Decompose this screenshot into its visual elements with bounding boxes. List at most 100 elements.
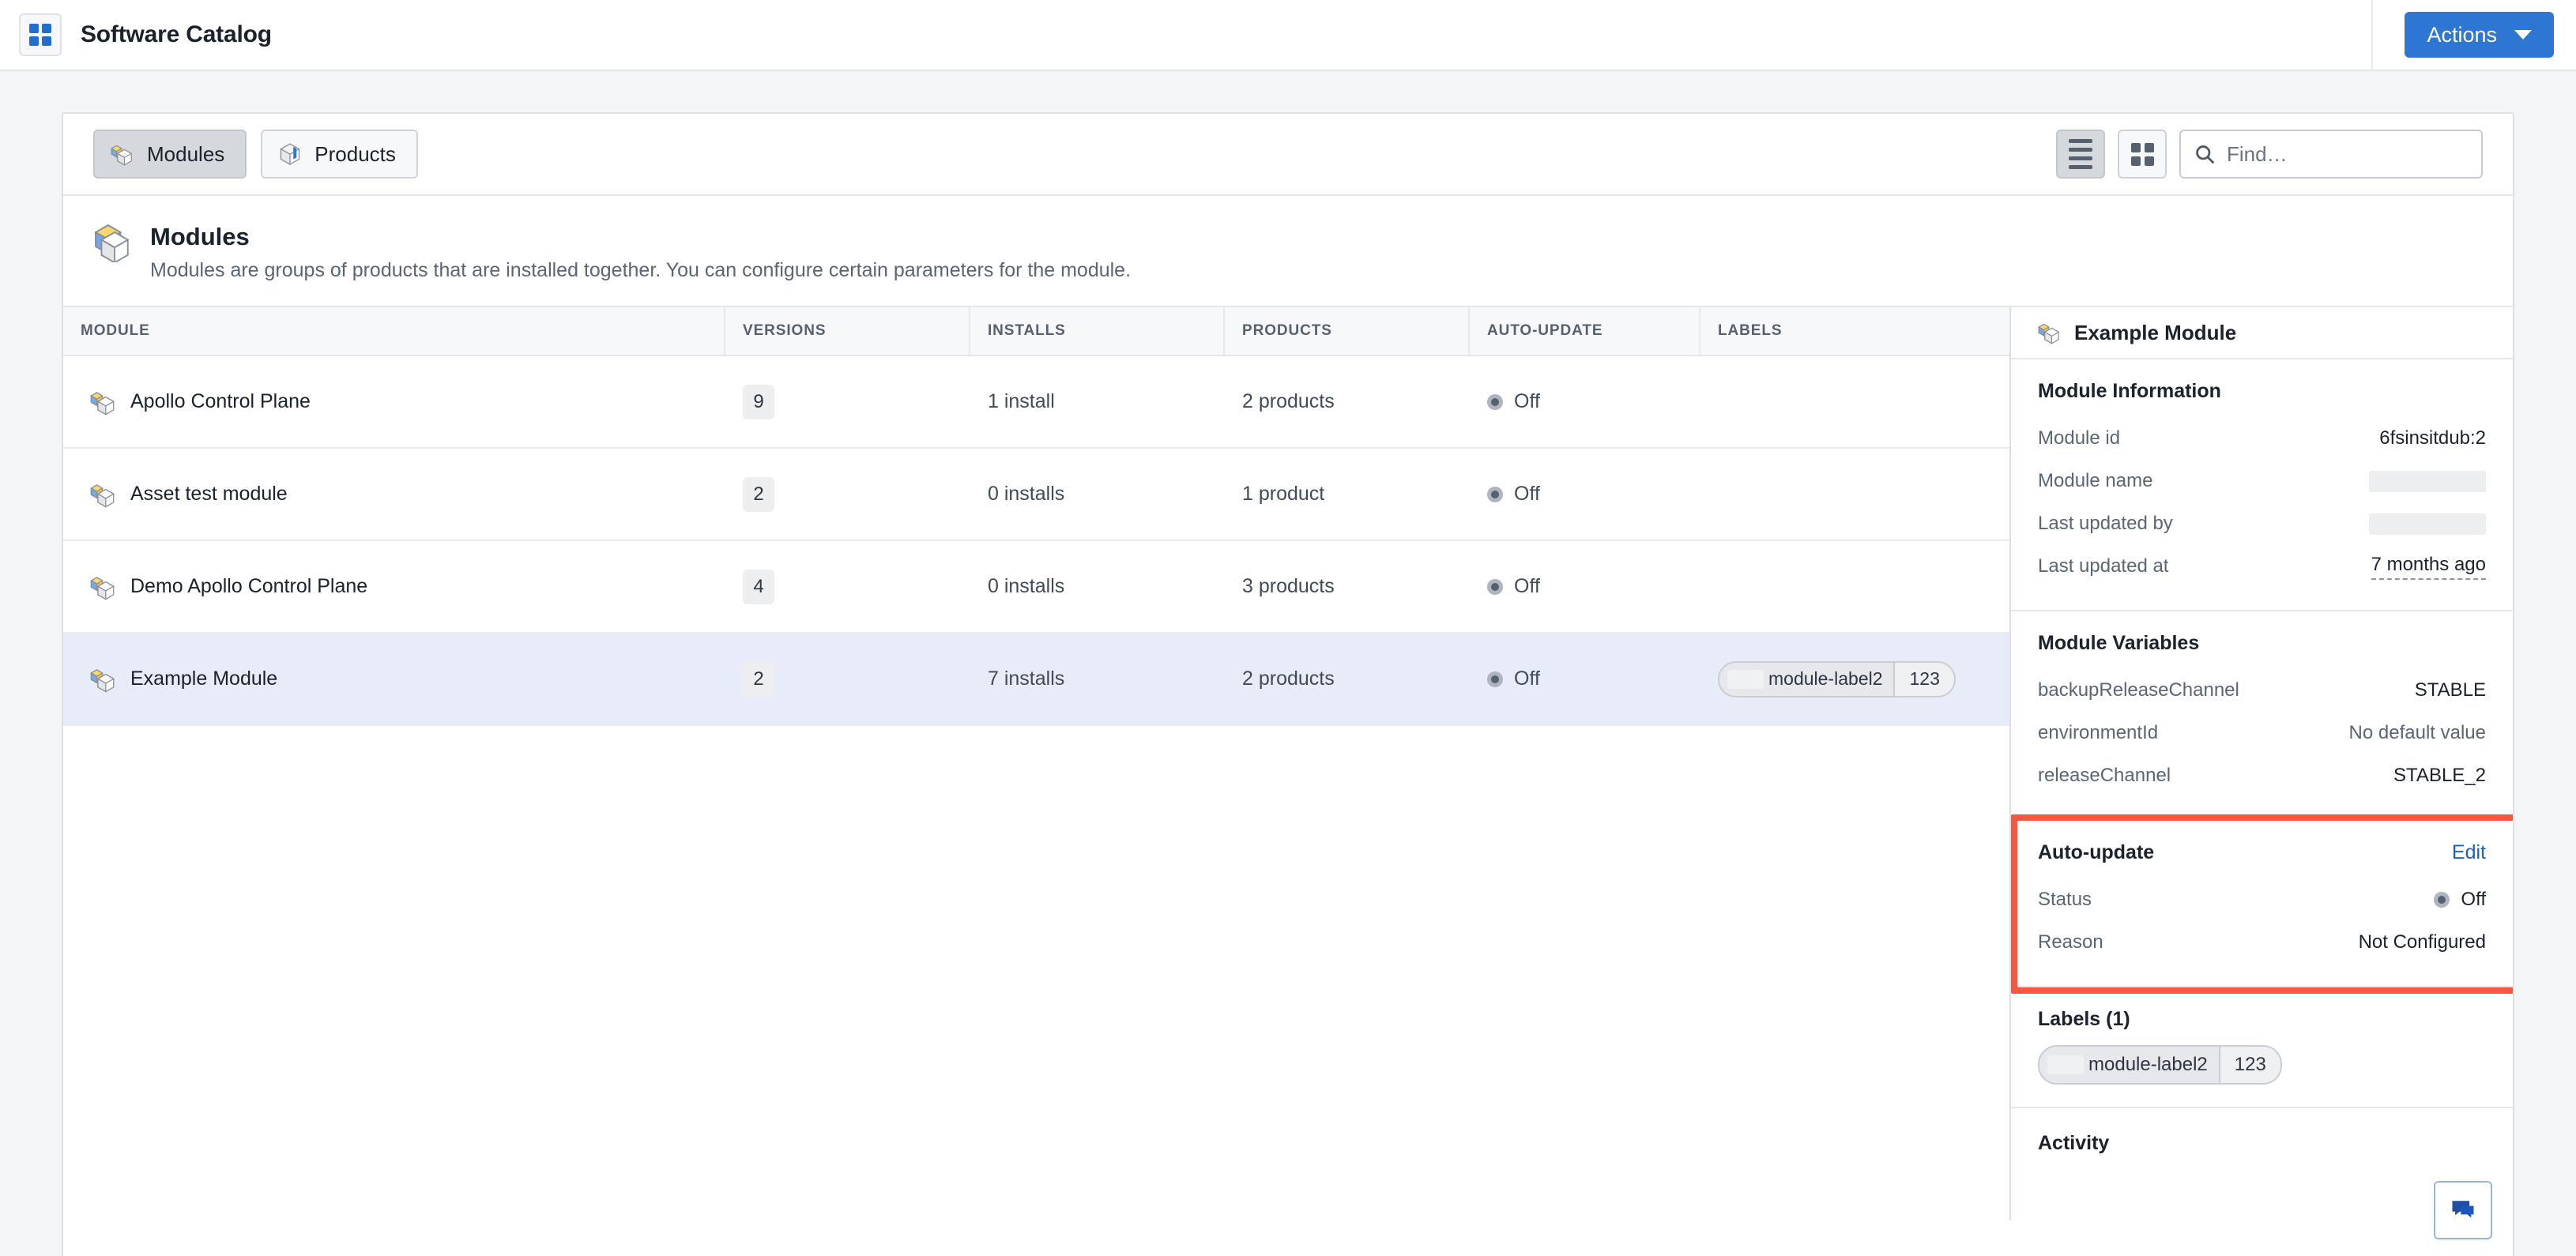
detail-panel-title: Example Module: [2074, 320, 2237, 344]
auto-update-status-label: Status: [2038, 889, 2092, 910]
activity-section: Activity: [2011, 1108, 2513, 1179]
auto-update-value: Off: [1514, 483, 1540, 505]
search-input[interactable]: [2227, 141, 2469, 167]
label-chip-key: module-label2: [1719, 663, 1893, 696]
column-header-installs[interactable]: INSTALLS: [970, 307, 1225, 355]
label-chip-value: 123: [1893, 662, 1954, 696]
table-row[interactable]: Apollo Control Plane 9 1 install 2 products…: [63, 356, 2009, 449]
cell-labels: module-label2 123: [1700, 634, 2009, 724]
section-header-text: Modules Modules are groups of products t…: [150, 223, 1131, 282]
module-variables-rows: backupReleaseChannel STABLE environmentId N…: [2038, 669, 2486, 797]
label-chip-value: 123: [2218, 1047, 2280, 1083]
auto-update-heading: Auto-update: [2038, 841, 2155, 863]
tab-products-label: Products: [314, 141, 396, 166]
versions-badge: 9: [743, 384, 774, 419]
info-row-label: Last updated at: [2038, 555, 2169, 577]
auto-update-reason-label: Reason: [2038, 931, 2103, 953]
info-row: Module id 6fsinsitdub:2: [2038, 417, 2486, 460]
variable-value: No default value: [2348, 722, 2486, 743]
page-body: Modules Products Find… Modules Modules a…: [0, 71, 2576, 1256]
module-variables-section: Module Variables backupReleaseChannel STA…: [2011, 611, 2513, 821]
module-icon: [90, 389, 117, 416]
module-detail-panel: Example Module Module Information Module…: [2011, 307, 2513, 1239]
auto-update-value: Off: [1514, 390, 1540, 412]
module-icon: [90, 573, 117, 600]
cell-products: 1 product: [1242, 483, 1325, 505]
versions-badge: 2: [743, 661, 774, 697]
actions-button[interactable]: Actions: [2405, 12, 2554, 58]
label-chip-key-text: module-label2: [2088, 1054, 2208, 1075]
label-chip-key: module-label2: [2039, 1047, 2219, 1083]
variable-row: releaseChannel STABLE_2: [2038, 754, 2486, 797]
cell-installs: 0 installs: [988, 575, 1065, 597]
module-name: Apollo Control Plane: [130, 390, 311, 412]
info-row-label: Module name: [2038, 470, 2153, 491]
list-view-icon[interactable]: [2056, 130, 2105, 179]
chevron-down-icon: [2514, 30, 2532, 39]
labels-section: Labels (1) module-label2 123: [2011, 987, 2513, 1108]
feedback-chat-icon[interactable]: [2434, 1181, 2492, 1239]
table-row[interactable]: Demo Apollo Control Plane 4 0 installs 3 pr…: [63, 541, 2009, 634]
search-icon: [2194, 143, 2216, 165]
catalog-card: Modules Products Find… Modules Modules a…: [62, 112, 2514, 1256]
tab-modules[interactable]: Modules: [93, 130, 247, 179]
info-row-label: Module id: [2038, 427, 2121, 449]
cell-module: Apollo Control Plane: [63, 356, 725, 447]
redacted-text: [2369, 470, 2486, 492]
auto-update-value: Off: [1514, 575, 1540, 597]
info-row-label: Last updated by: [2038, 513, 2173, 534]
info-row: Module name: [2038, 460, 2486, 502]
labels-chip-list: module-label2 123: [2038, 1045, 2486, 1085]
column-header-products[interactable]: PRODUCTS: [1225, 307, 1470, 355]
activity-heading: Activity: [2038, 1132, 2110, 1154]
variable-name: backupReleaseChannel: [2038, 679, 2239, 701]
table-row[interactable]: Example Module 2 7 installs 2 products Off mo…: [63, 634, 2009, 726]
label-chip[interactable]: module-label2 123: [2038, 1045, 2282, 1085]
status-off-indicator-icon: [1487, 671, 1503, 687]
status-off-indicator-icon: [1487, 578, 1503, 595]
cell-versions: 2: [725, 634, 970, 724]
auto-update-edit-link[interactable]: Edit: [2452, 841, 2486, 864]
cell-versions: 4: [725, 541, 970, 632]
label-chip[interactable]: module-label2 123: [1718, 660, 1956, 698]
cell-labels: [1700, 449, 2009, 540]
column-header-versions[interactable]: VERSIONS: [725, 307, 970, 355]
redacted-text: [1727, 669, 1764, 689]
catalog-toolbar: Modules Products: [63, 114, 2513, 196]
module-icon: [93, 223, 133, 262]
column-header-auto-update[interactable]: AUTO-UPDATE: [1470, 307, 1700, 355]
table-header-row: MODULE VERSIONS INSTALLS PRODUCTS AUTO-U…: [63, 307, 2009, 356]
search-box[interactable]: [2179, 130, 2483, 179]
page-title: Software Catalog: [81, 21, 272, 47]
status-off-indicator-icon: [2434, 892, 2450, 908]
label-chip-key-text: module-label2: [1768, 668, 1883, 689]
auto-update-header: Auto-update Edit: [2038, 841, 2486, 864]
table-body: Apollo Control Plane 9 1 install 2 products…: [63, 356, 2009, 726]
tab-products[interactable]: Products: [261, 130, 418, 179]
module-name: Demo Apollo Control Plane: [130, 575, 368, 597]
info-row-value: [2369, 470, 2486, 492]
grid-logo-icon: [29, 24, 51, 46]
detail-panel-header: Example Module: [2011, 307, 2513, 359]
grid-view-icon[interactable]: [2118, 130, 2167, 179]
auto-update-section: Auto-update Edit Status Off Reason Not C…: [2011, 821, 2513, 987]
catalog-split: MODULE VERSIONS INSTALLS PRODUCTS AUTO-U…: [63, 307, 2513, 1239]
modules-table: MODULE VERSIONS INSTALLS PRODUCTS AUTO-U…: [63, 307, 2011, 1220]
cell-products: 2 products: [1242, 667, 1335, 690]
module-name: Example Module: [130, 667, 278, 690]
module-icon: [2038, 321, 2062, 344]
table-row[interactable]: Asset test module 2 0 installs 1 product Off: [63, 449, 2009, 541]
status-off-indicator-icon: [1487, 393, 1503, 410]
info-row-value[interactable]: 7 months ago: [2371, 554, 2486, 580]
column-header-module[interactable]: MODULE: [63, 307, 725, 355]
cell-versions: 9: [725, 356, 970, 447]
auto-update-status-value: Off: [2461, 889, 2486, 910]
cell-installs: 1 install: [988, 390, 1055, 412]
auto-update-value: Off: [1514, 667, 1540, 690]
variable-row: environmentId No default value: [2038, 712, 2486, 754]
module-name: Asset test module: [130, 483, 288, 505]
column-header-labels[interactable]: LABELS: [1700, 307, 2009, 355]
cell-auto-update: Off: [1470, 634, 1700, 724]
module-icon: [90, 481, 117, 508]
section-description: Modules are groups of products that are …: [150, 259, 1132, 281]
